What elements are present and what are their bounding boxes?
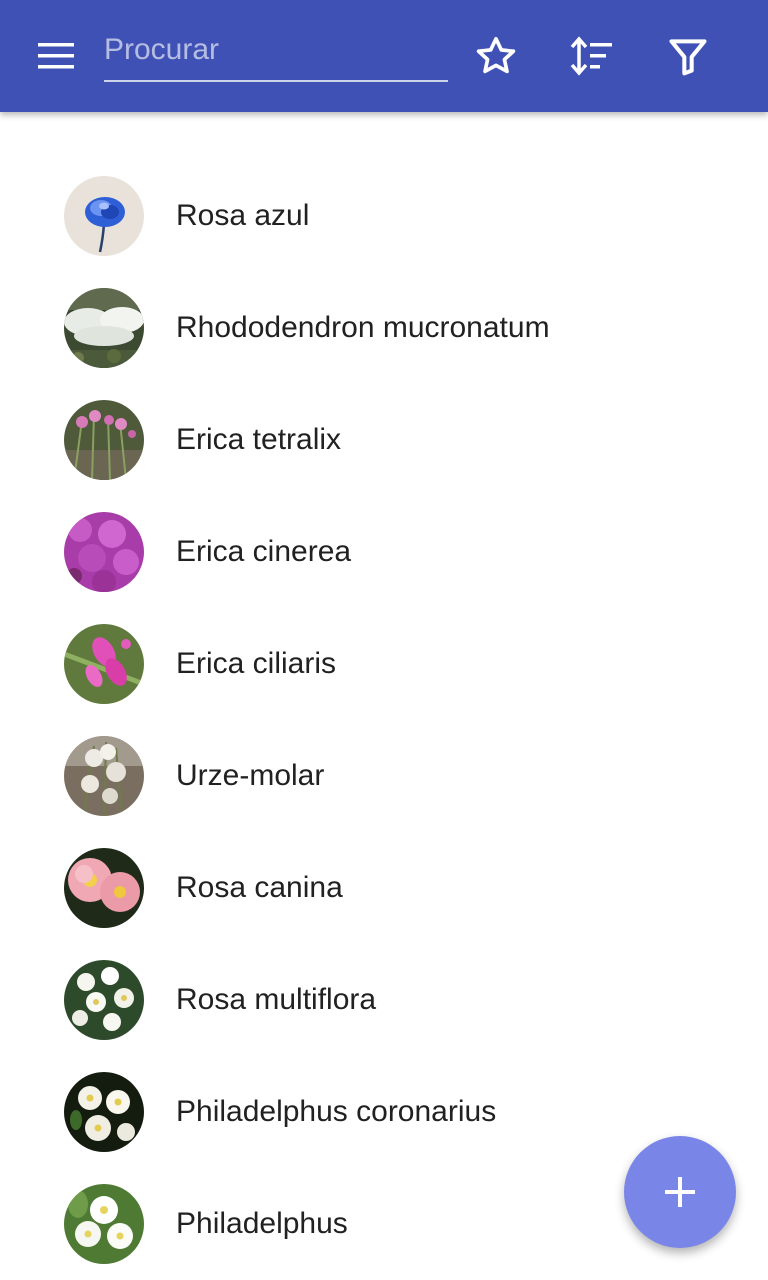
add-plant-button[interactable] [624, 1136, 736, 1248]
sort-button[interactable] [564, 28, 620, 84]
purple-heather-thumbnail [64, 512, 144, 592]
filter-icon [669, 39, 707, 76]
menu-button[interactable] [28, 28, 84, 84]
list-item[interactable]: Rosa multiflora [0, 944, 768, 1056]
plant-name: Philadelphus [176, 1207, 348, 1240]
list-item[interactable]: Rosa azul [0, 160, 768, 272]
list-item[interactable]: Erica cinerea [0, 496, 768, 608]
plant-name: Urze-molar [176, 759, 325, 792]
plant-name: Rosa azul [176, 199, 310, 232]
plant-name: Erica tetralix [176, 423, 342, 456]
white-heather-thumbnail [64, 736, 144, 816]
app-screen: Rosa azul Rhododendron mucronatum [0, 0, 768, 1280]
search-field[interactable] [104, 24, 448, 82]
list-item[interactable]: Rhododendron mucronatum [0, 272, 768, 384]
sort-icon [570, 36, 612, 76]
plant-name: Erica cinerea [176, 535, 352, 568]
pink-heath-thumbnail [64, 400, 144, 480]
plant-list: Rosa azul Rhododendron mucronatum Erica … [0, 160, 768, 1280]
filter-button[interactable] [660, 28, 716, 84]
plant-name: Rosa canina [176, 871, 343, 904]
white-philadelphus-thumbnail [64, 1184, 144, 1264]
list-item[interactable]: Urze-molar [0, 720, 768, 832]
list-item[interactable]: Erica ciliaris [0, 608, 768, 720]
list-item[interactable]: Erica tetralix [0, 384, 768, 496]
plant-name: Rhododendron mucronatum [176, 311, 550, 344]
star-outline-icon [476, 36, 516, 74]
top-app-bar [0, 0, 768, 112]
plant-name: Philadelphus coronarius [176, 1095, 497, 1128]
plant-name: Erica ciliaris [176, 647, 337, 680]
pink-dog-rose-thumbnail [64, 848, 144, 928]
list-item[interactable]: Rosa canina [0, 832, 768, 944]
white-rhododendron-thumbnail [64, 288, 144, 368]
menu-icon [38, 43, 74, 69]
white-multiflora-rose-thumbnail [64, 960, 144, 1040]
white-mock-orange-thumbnail [64, 1072, 144, 1152]
search-input[interactable] [104, 24, 448, 76]
pink-bell-heath-thumbnail [64, 624, 144, 704]
plant-name: Rosa multiflora [176, 983, 377, 1016]
blue-rose-thumbnail [64, 176, 144, 256]
plus-icon [665, 1177, 695, 1207]
favorites-button[interactable] [468, 28, 524, 84]
